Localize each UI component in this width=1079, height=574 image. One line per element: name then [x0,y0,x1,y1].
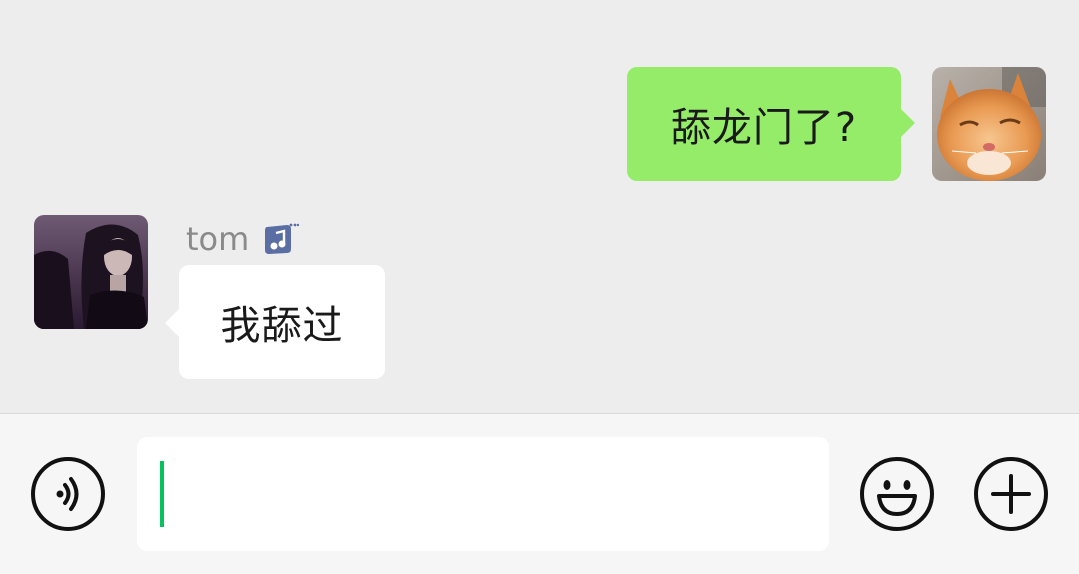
cat-avatar-icon [932,67,1046,181]
avatar-self[interactable] [932,67,1046,181]
input-bar [0,413,1079,574]
music-status-icon[interactable] [263,221,300,257]
plus-icon[interactable] [973,456,1049,532]
avatar-tom[interactable] [34,215,148,329]
message-text: 我舔过 [220,303,344,349]
voice-icon[interactable] [30,456,106,532]
message-input[interactable] [137,437,829,551]
sender-name[interactable]: tom [186,220,249,258]
person-avatar-icon [34,215,148,329]
message-bubble-self[interactable]: 舔龙门了? [627,67,915,181]
sender-row: tom [186,218,300,260]
emoji-icon[interactable] [859,456,935,532]
chat-area[interactable]: 舔龙门了? tom 我舔过 [0,0,1079,413]
text-caret [160,461,164,527]
message-bubble-tom[interactable]: 我舔过 [165,265,385,379]
message-text: 舔龙门了? [670,105,858,151]
